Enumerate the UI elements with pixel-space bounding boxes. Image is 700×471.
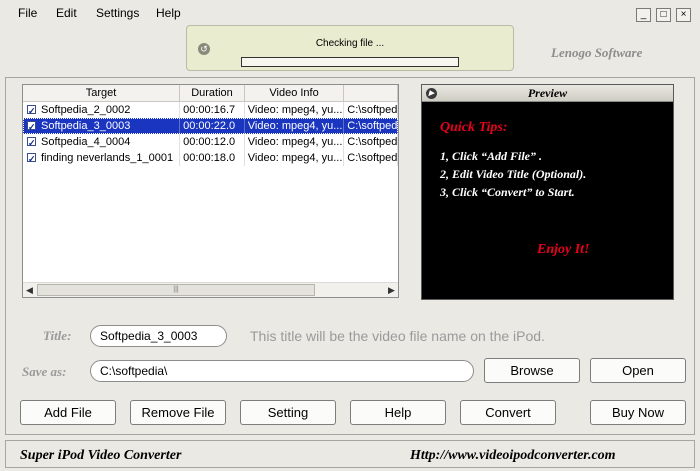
preview-title: Preview <box>527 86 568 100</box>
progress-status-text: Checking file ... <box>315 38 385 49</box>
menu-help[interactable]: Help <box>156 6 181 20</box>
row-path: C:\softped <box>344 134 398 150</box>
tip-line-2: 2, Edit Video Title (Optional). <box>440 167 587 181</box>
row-video-info: Video: mpeg4, yu... <box>245 118 345 134</box>
title-hint: This title will be the video file name o… <box>250 328 545 344</box>
row-video-info: Video: mpeg4, yu... <box>245 134 345 150</box>
row-duration: 00:00:12.0 <box>180 134 245 150</box>
tip-line-1: 1, Click “Add File” . <box>440 149 542 163</box>
row-duration: 00:00:22.0 <box>180 118 245 134</box>
progress-panel: ↺ Checking file ... <box>186 25 514 71</box>
browse-button[interactable]: Browse <box>484 358 580 383</box>
menu-settings[interactable]: Settings <box>96 6 139 20</box>
close-button[interactable]: × <box>676 8 691 22</box>
brand-logo-text: Lenogo Software <box>551 45 643 60</box>
open-button[interactable]: Open <box>590 358 686 383</box>
save-as-label: Save as: <box>22 364 67 379</box>
preview-title-bar: ▶ Preview <box>422 85 673 102</box>
file-list[interactable]: Target Duration Video Info Softpedia_2_0… <box>22 84 399 298</box>
list-row[interactable]: Softpedia_4_0004 00:00:12.0 Video: mpeg4… <box>23 134 398 150</box>
save-path-input[interactable]: C:\softpedia\ <box>90 360 474 382</box>
column-header-duration[interactable]: Duration <box>180 85 245 102</box>
row-path: C:\softped <box>344 102 398 118</box>
maximize-button[interactable]: □ <box>656 8 671 22</box>
row-path: C:\softped <box>344 150 398 166</box>
footer-app-name: Super iPod Video Converter <box>20 448 182 463</box>
row-video-info: Video: mpeg4, yu... <box>245 102 345 118</box>
row-checkbox[interactable] <box>27 135 36 150</box>
footer-bar: Super iPod Video Converter Http://www.vi… <box>5 440 695 468</box>
row-duration: 00:00:18.0 <box>180 150 245 166</box>
list-header: Target Duration Video Info <box>23 85 398 102</box>
enjoy-text: Enjoy It! <box>537 242 590 257</box>
scrollbar-thumb[interactable]: ||| <box>37 284 315 296</box>
help-button[interactable]: Help <box>350 400 446 425</box>
close-icon: × <box>680 9 687 20</box>
progress-bar <box>241 57 459 67</box>
buy-now-button[interactable]: Buy Now <box>590 400 686 425</box>
column-header-path[interactable] <box>344 85 398 102</box>
column-header-target[interactable]: Target <box>23 85 181 102</box>
list-row[interactable]: Softpedia_2_0002 00:00:16.7 Video: mpeg4… <box>23 102 398 118</box>
scroll-left-icon[interactable]: ◀ <box>23 284 36 296</box>
row-target: Softpedia_2_0002 <box>41 104 131 116</box>
footer-url[interactable]: Http://www.videoipodconverter.com <box>410 448 616 464</box>
setting-button[interactable]: Setting <box>240 400 336 425</box>
row-target: Softpedia_3_0003 <box>41 120 131 132</box>
row-target: Softpedia_4_0004 <box>41 136 131 148</box>
column-header-video-info[interactable]: Video Info <box>245 85 345 102</box>
row-duration: 00:00:16.7 <box>180 102 245 118</box>
list-row[interactable]: finding neverlands_1_0001 00:00:18.0 Vid… <box>23 150 398 166</box>
minimize-icon: _ <box>640 9 647 20</box>
row-path: C:\softped <box>344 118 398 134</box>
convert-button[interactable]: Convert <box>460 400 556 425</box>
menu-edit[interactable]: Edit <box>56 6 77 20</box>
scroll-right-icon[interactable]: ▶ <box>385 284 398 296</box>
preview-panel: ▶ Preview Quick Tips: 1, Click “Add File… <box>421 84 674 300</box>
remove-file-button[interactable]: Remove File <box>130 400 226 425</box>
row-checkbox[interactable] <box>27 103 36 118</box>
minimize-button[interactable]: _ <box>636 8 651 22</box>
title-label: Title: <box>43 328 72 343</box>
row-checkbox[interactable] <box>27 151 36 166</box>
row-checkbox[interactable] <box>27 119 36 134</box>
menu-file[interactable]: File <box>18 6 37 20</box>
row-target: finding neverlands_1_0001 <box>41 152 174 164</box>
add-file-button[interactable]: Add File <box>20 400 116 425</box>
horizontal-scrollbar[interactable]: ◀ ||| ▶ <box>23 282 398 297</box>
tip-line-3: 3, Click “Convert” to Start. <box>440 185 575 199</box>
list-row[interactable]: Softpedia_3_0003 00:00:22.0 Video: mpeg4… <box>23 118 398 134</box>
title-input[interactable]: Softpedia_3_0003 <box>90 325 227 347</box>
row-video-info: Video: mpeg4, yu... <box>245 150 345 166</box>
play-icon[interactable]: ▶ <box>426 88 437 99</box>
quick-tips-heading: Quick Tips: <box>440 120 508 135</box>
maximize-icon: □ <box>660 9 667 20</box>
